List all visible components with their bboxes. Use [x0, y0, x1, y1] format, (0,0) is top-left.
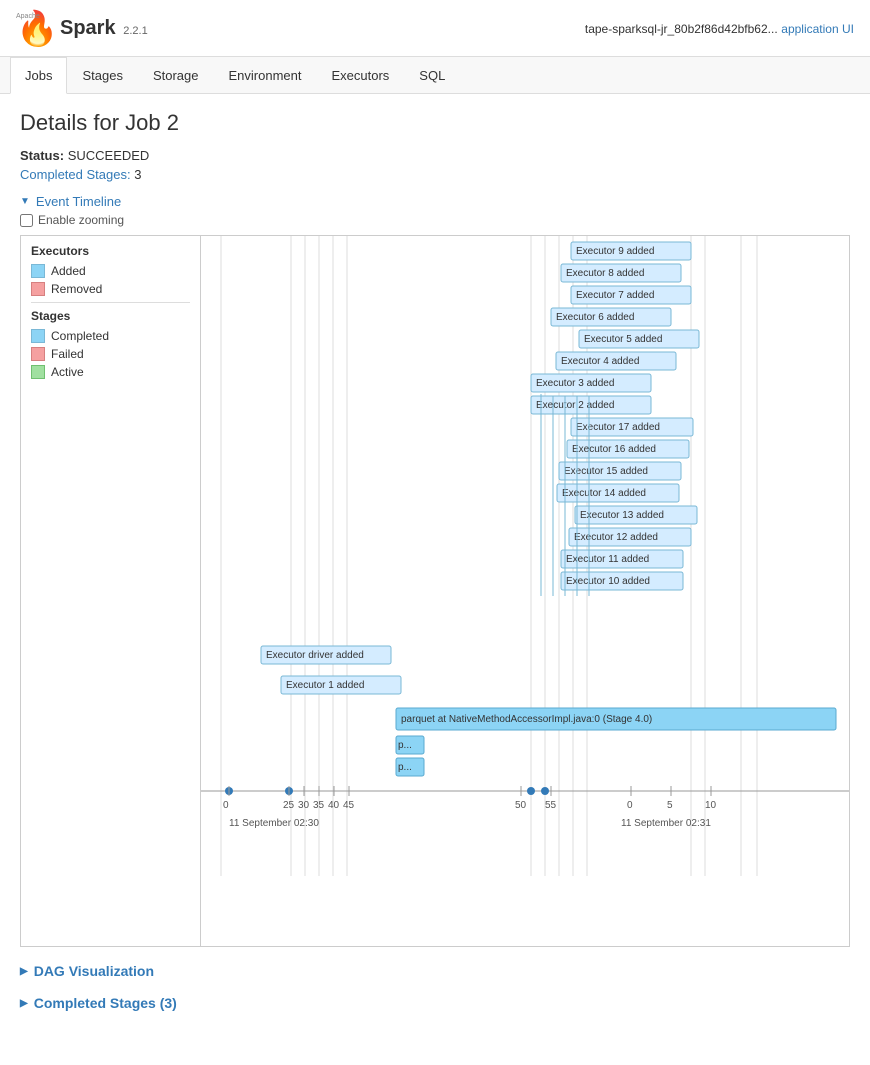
stage-small2-label: p... [398, 762, 412, 773]
event-timeline-toggle[interactable]: ▼ Event Timeline [20, 194, 850, 209]
executor12-label: Executor 12 added [574, 532, 658, 543]
timeline-svg: Executor 9 added Executor 8 added Execut… [201, 236, 849, 946]
stage4-label: parquet at NativeMethodAccessorImpl.java… [401, 714, 652, 725]
executor7-label: Executor 7 added [576, 290, 654, 301]
svg-text:55: 55 [545, 800, 557, 811]
triangle-icon: ▼ [20, 196, 30, 207]
spark-version: 2.2.1 [123, 25, 147, 37]
svg-text:35: 35 [313, 800, 325, 811]
spark-logo: 🔥 Apache Spark 2.2.1 [16, 8, 148, 48]
executor16-label: Executor 16 added [572, 444, 656, 455]
legend-active-label: Active [51, 365, 84, 379]
stages-legend-title: Stages [31, 309, 190, 323]
nav-stages[interactable]: Stages [67, 57, 137, 94]
executor1-label: Executor 1 added [286, 680, 364, 691]
legend-added-label: Added [51, 264, 86, 278]
executor2-label: Executor 2 added [536, 400, 614, 411]
legend-active: Active [31, 365, 190, 379]
svg-text:25: 25 [283, 800, 295, 811]
main-content: Details for Job 2 Status: SUCCEEDED Comp… [0, 94, 870, 1027]
dot-50b [541, 787, 549, 795]
legend-removed-label: Removed [51, 282, 102, 296]
timeline-inner: Executors Added Removed Stages Completed [21, 236, 849, 946]
legend-added: Added [31, 264, 190, 278]
top-bar: 🔥 Apache Spark 2.2.1 tape-sparksql-jr_80… [0, 0, 870, 57]
timeline-container: Executors Added Removed Stages Completed [20, 235, 850, 947]
executor4-label: Executor 4 added [561, 356, 639, 367]
dag-visualization-label: DAG Visualization [34, 963, 154, 979]
svg-text:0: 0 [223, 800, 229, 811]
executor13-label: Executor 13 added [580, 510, 664, 521]
executor8-label: Executor 8 added [566, 268, 644, 279]
executors-legend-title: Executors [31, 244, 190, 258]
svg-text:40: 40 [328, 800, 340, 811]
svg-text:0: 0 [627, 800, 633, 811]
status-label: Status: [20, 148, 64, 163]
date-right: 11 September 02:31 [621, 818, 711, 829]
event-timeline-label: Event Timeline [36, 194, 121, 209]
svg-text:30: 30 [298, 800, 310, 811]
spark-flame-icon: 🔥 Apache [16, 8, 54, 48]
app-id-area: tape-sparksql-jr_80b2f86d42bfb62... appl… [585, 21, 854, 36]
legend-removed: Removed [31, 282, 190, 296]
app-ui-link[interactable]: application UI [781, 22, 854, 36]
svg-text:45: 45 [343, 800, 355, 811]
executor9-label: Executor 9 added [576, 246, 654, 257]
enable-zoom-checkbox[interactable] [20, 214, 33, 227]
executor11-label: Executor 11 added [566, 554, 649, 565]
completed-stages-count: 3 [134, 167, 141, 182]
spark-brand: Spark 2.2.1 [60, 17, 148, 40]
nav-jobs[interactable]: Jobs [10, 57, 67, 94]
dot-50 [527, 787, 535, 795]
completed-stages-icon: ▶ [20, 998, 28, 1009]
completed-color-box [31, 329, 45, 343]
dag-toggle-icon: ▶ [20, 966, 28, 977]
executor5-label: Executor 5 added [584, 334, 662, 345]
added-color-box [31, 264, 45, 278]
legend-failed-label: Failed [51, 347, 84, 361]
executor10-label: Executor 10 added [566, 576, 650, 587]
completed-stages-label: Completed Stages: [20, 167, 131, 182]
legend-divider [31, 302, 190, 303]
enable-zoom-label: Enable zooming [38, 213, 124, 227]
completed-stages-section-label: Completed Stages (3) [34, 995, 177, 1011]
executor-driver-label: Executor driver added [266, 650, 364, 661]
failed-color-box [31, 347, 45, 361]
executor3-label: Executor 3 added [536, 378, 614, 389]
apache-text: Apache [16, 13, 40, 20]
svg-text:50: 50 [515, 800, 527, 811]
svg-text:10: 10 [705, 800, 717, 811]
legend-completed: Completed [31, 329, 190, 343]
chart-area: Executor 9 added Executor 8 added Execut… [201, 236, 849, 946]
removed-color-box [31, 282, 45, 296]
executor6-label: Executor 6 added [556, 312, 634, 323]
enable-zoom-row: Enable zooming [20, 213, 850, 227]
dag-visualization-toggle[interactable]: ▶ DAG Visualization [20, 963, 850, 979]
main-nav: Jobs Stages Storage Environment Executor… [0, 57, 870, 94]
svg-text:5: 5 [667, 800, 673, 811]
status-row: Status: SUCCEEDED [20, 148, 850, 163]
nav-executors[interactable]: Executors [316, 57, 404, 94]
app-id-text: tape-sparksql-jr_80b2f86d42bfb62... [585, 22, 778, 36]
active-color-box [31, 365, 45, 379]
spark-name: Spark [60, 17, 116, 39]
executor14-label: Executor 14 added [562, 488, 646, 499]
completed-stages-link[interactable]: Completed Stages: [20, 167, 134, 182]
completed-stages-row: Completed Stages: 3 [20, 167, 850, 182]
page-title: Details for Job 2 [20, 110, 850, 136]
nav-sql[interactable]: SQL [404, 57, 460, 94]
date-left: 11 September 02:30 [229, 818, 319, 829]
status-value: SUCCEEDED [68, 148, 150, 163]
nav-storage[interactable]: Storage [138, 57, 214, 94]
legend-failed: Failed [31, 347, 190, 361]
legend-completed-label: Completed [51, 329, 109, 343]
timeline-legend: Executors Added Removed Stages Completed [21, 236, 201, 946]
nav-environment[interactable]: Environment [214, 57, 317, 94]
stage-small1-label: p... [398, 740, 412, 751]
completed-stages-toggle[interactable]: ▶ Completed Stages (3) [20, 995, 850, 1011]
